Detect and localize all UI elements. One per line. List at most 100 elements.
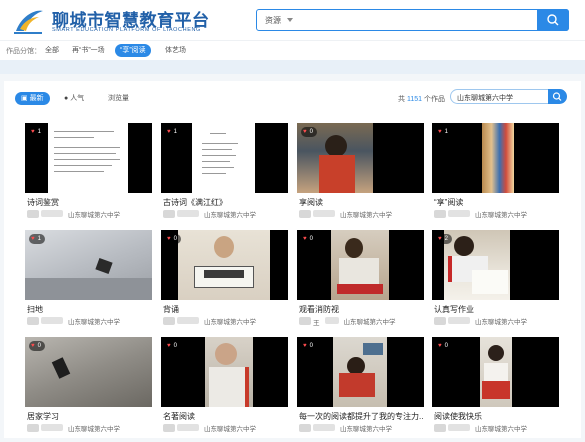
school-name: 山东聊城第六中学 xyxy=(343,318,396,326)
avatar xyxy=(27,209,39,218)
work-title[interactable]: 阅读使我快乐 xyxy=(434,411,559,422)
chevron-down-icon xyxy=(287,18,293,22)
search-icon xyxy=(547,14,559,26)
like-badge[interactable]: ♥ 0 xyxy=(29,341,45,351)
category-label: 作品分馆： xyxy=(6,48,41,55)
author-name xyxy=(177,210,199,217)
author-name xyxy=(41,424,63,431)
work-title[interactable]: 居家学习 xyxy=(27,411,152,422)
work-title[interactable]: 每一次的阅读都提升了我的专注力... xyxy=(299,411,424,422)
like-badge[interactable]: ♥ 1 xyxy=(165,127,181,137)
total-count: 1151 xyxy=(406,96,423,103)
work-card[interactable]: ♥ 0 享阅读 山东聊城第六中学 xyxy=(297,123,424,223)
school-name: 山东聊城第六中学 xyxy=(204,425,256,433)
category-calligraphy[interactable]: 再“书”一场 xyxy=(67,44,110,57)
author-name xyxy=(313,424,335,431)
work-title[interactable]: 认真写作业 xyxy=(434,304,559,315)
like-badge[interactable]: ♥ 0 xyxy=(301,127,317,137)
work-card[interactable]: ♥ 0 每一次的阅读都提升了我的专注力... 山东聊城第六中学 xyxy=(297,337,424,437)
category-reading[interactable]: “享”阅读 xyxy=(115,44,151,57)
heart-icon: ♥ xyxy=(438,343,442,349)
work-meta: 山东聊城第六中学 xyxy=(27,423,120,433)
works-total: 共 1151 个作品 xyxy=(398,94,445,104)
work-meta: 山东聊城第六中学 xyxy=(163,209,256,219)
work-card[interactable]: ♥ 1 扫地 山东聊城第六中学 xyxy=(25,230,152,330)
school-name: 山东聊城第六中学 xyxy=(340,425,392,433)
like-badge[interactable]: ♥ 0 xyxy=(436,341,452,351)
author-name xyxy=(41,317,63,324)
work-title[interactable]: 观看消防视 xyxy=(299,304,424,315)
work-title[interactable]: 享阅读 xyxy=(299,197,424,208)
avatar xyxy=(434,209,446,218)
work-title[interactable]: 背诵 xyxy=(163,304,288,315)
school-search-button[interactable] xyxy=(548,89,567,104)
school-name: 山东聊城第六中学 xyxy=(68,318,120,326)
school-name: 山东聊城第六中学 xyxy=(204,318,256,326)
sort-popular-label: 人气 xyxy=(70,95,85,102)
author-name xyxy=(448,210,470,217)
avatar xyxy=(163,423,175,432)
work-card[interactable]: ♥ 1 诗词鉴赏 山东聊城第六中学 xyxy=(25,123,152,223)
heart-icon: ♥ xyxy=(303,343,307,349)
like-badge[interactable]: ♥ 1 xyxy=(436,127,452,137)
author-name xyxy=(177,317,199,324)
sort-views[interactable]: 浏览量 xyxy=(108,92,129,105)
search-type-select[interactable]: 资源 xyxy=(265,15,281,26)
work-card[interactable]: ♥ 0 背诵 山东聊城第六中学 xyxy=(161,230,288,330)
heart-icon: ♥ xyxy=(31,129,35,135)
like-badge[interactable]: ♥ 0 xyxy=(301,341,317,351)
author-name: 王 xyxy=(313,320,320,327)
like-count: 0 xyxy=(309,129,313,135)
like-count: 0 xyxy=(173,236,177,242)
search-icon xyxy=(552,92,562,101)
avatar xyxy=(299,209,311,218)
sort-newest[interactable]: ▣ 最新 xyxy=(15,92,50,105)
category-all[interactable]: 全部 xyxy=(40,44,64,57)
school-name: 山东聊城第六中学 xyxy=(204,211,256,219)
work-meta: 王 山东聊城第六中学 xyxy=(299,316,396,327)
work-title[interactable]: 名著阅读 xyxy=(163,411,288,422)
work-card[interactable]: ♥ 2 认真写作业 山东聊城第六中学 xyxy=(432,230,559,330)
avatar xyxy=(434,316,446,325)
work-card[interactable]: ♥ 1 古诗词《满江红》 山东聊城第六中学 xyxy=(161,123,288,223)
avatar xyxy=(163,209,175,218)
category-sports-art[interactable]: 体艺场 xyxy=(160,44,191,57)
school-name: 山东聊城第六中学 xyxy=(68,425,120,433)
search-button[interactable] xyxy=(537,9,569,31)
work-card[interactable]: ♥ 0 名著阅读 山东聊城第六中学 xyxy=(161,337,288,437)
work-card[interactable]: ♥ 1 “享”阅读 山东聊城第六中学 xyxy=(432,123,559,223)
work-title[interactable]: 扫地 xyxy=(27,304,152,315)
work-card[interactable]: ♥ 0 阅读使我快乐 山东聊城第六中学 xyxy=(432,337,559,437)
avatar xyxy=(27,423,39,432)
like-badge[interactable]: ♥ 1 xyxy=(29,127,45,137)
banner-strip xyxy=(0,60,585,74)
sort-popular[interactable]: ● 人气 xyxy=(64,92,84,105)
heart-icon: ♥ xyxy=(303,236,307,242)
avatar xyxy=(299,316,311,325)
school-search-input[interactable]: 山东聊城第六中学 xyxy=(450,89,550,104)
avatar xyxy=(163,316,175,325)
work-card[interactable]: ♥ 0 居家学习 山东聊城第六中学 xyxy=(25,337,152,437)
like-count: 0 xyxy=(173,343,177,349)
like-badge[interactable]: ♥ 1 xyxy=(29,234,45,244)
heart-icon: ♥ xyxy=(31,236,35,242)
like-badge[interactable]: ♥ 0 xyxy=(301,234,317,244)
like-count: 0 xyxy=(309,343,313,349)
work-title[interactable]: 古诗词《满江红》 xyxy=(163,197,288,208)
school-name: 山东聊城第六中学 xyxy=(68,211,120,219)
work-title[interactable]: “享”阅读 xyxy=(434,197,559,208)
works-panel: ▣ 最新 ● 人气 浏览量 共 1151 个作品 山东聊城第六中学 ♥ 1 诗词… xyxy=(4,81,581,438)
like-count: 1 xyxy=(37,236,41,242)
work-card[interactable]: ♥ 0 观看消防视 王 山东聊城第六中学 xyxy=(297,230,424,330)
global-search-box[interactable]: 资源 xyxy=(256,9,569,31)
heart-icon: ♥ xyxy=(438,236,442,242)
like-badge[interactable]: ♥ 2 xyxy=(436,234,452,244)
like-badge[interactable]: ♥ 0 xyxy=(165,234,181,244)
like-badge[interactable]: ♥ 0 xyxy=(165,341,181,351)
heart-icon: ♥ xyxy=(438,129,442,135)
like-count: 2 xyxy=(444,236,448,242)
work-title[interactable]: 诗词鉴赏 xyxy=(27,197,152,208)
top-header: 聊城市智慧教育平台 SMART EDUCATION PLATFORM OF LI… xyxy=(0,0,585,40)
platform-logo-icon[interactable] xyxy=(12,5,46,35)
work-meta: 山东聊城第六中学 xyxy=(299,423,392,433)
